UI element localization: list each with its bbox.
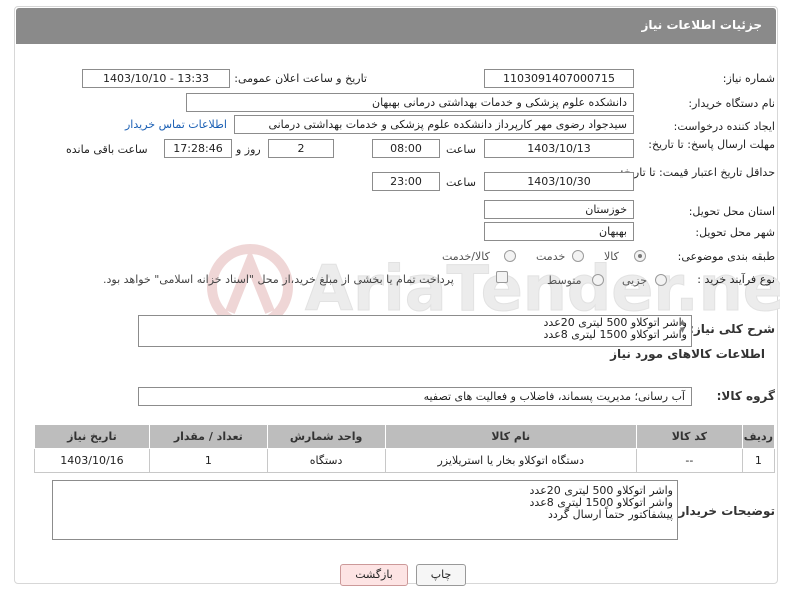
- announce-datetime-field: 1403/10/10 - 13:33: [82, 69, 230, 88]
- buyer-org-field: دانشکده علوم پزشکی و خدمات بهداشتی درمان…: [186, 93, 634, 112]
- province-label: استان محل تحویل:: [688, 205, 775, 218]
- price-time-label: ساعت: [446, 176, 476, 189]
- reply-deadline-date: 1403/10/13: [484, 139, 634, 158]
- reply-deadline-label: مهلت ارسال پاسخ: تا تاریخ:: [648, 138, 775, 151]
- category-option-goods-service: کالا/خدمت: [442, 250, 490, 263]
- announce-datetime-label: تاریخ و ساعت اعلان عمومی:: [234, 72, 367, 85]
- col-header-need-date: تاریخ نیاز: [34, 424, 150, 449]
- cell-name: دستگاه اتوکلاو بخار یا استریلایزر: [384, 448, 638, 473]
- back-button[interactable]: بازگشت: [340, 564, 408, 586]
- category-option-service: خدمت: [536, 250, 566, 263]
- cell-code: --: [636, 448, 743, 473]
- category-label: طبقه بندی موضوعی:: [677, 250, 775, 263]
- process-option-medium: متوسط: [547, 274, 582, 287]
- category-radio-goods[interactable]: [634, 250, 646, 262]
- panel-title: جزئیات اطلاعات نیاز: [16, 8, 776, 44]
- remaining-label: ساعت باقی مانده: [66, 143, 148, 156]
- goods-group-label: گروه کالا:: [716, 389, 775, 403]
- goods-section-title: اطلاعات کالاهای مورد نیاز: [610, 347, 765, 361]
- buyer-org-label: نام دستگاه خریدار:: [688, 97, 775, 110]
- print-button[interactable]: چاپ: [416, 564, 466, 586]
- process-type-label: نوع فرآیند خرید :: [697, 273, 775, 286]
- province-field: خوزستان: [484, 200, 634, 219]
- treasury-payment-checkbox[interactable]: [496, 271, 508, 283]
- reply-deadline-time: 08:00: [372, 139, 440, 158]
- reply-time-label: ساعت: [446, 143, 476, 156]
- col-header-qty: تعداد / مقدار: [148, 424, 268, 449]
- days-label: روز و: [236, 143, 261, 156]
- remaining-time-field: 17:28:46: [164, 139, 232, 158]
- col-header-row: ردیف: [741, 424, 776, 449]
- price-validity-date: 1403/10/30: [484, 172, 634, 191]
- table-row: 1 -- دستگاه اتوکلاو بخار یا استریلایزر د…: [34, 448, 776, 473]
- price-validity-time: 23:00: [372, 172, 440, 191]
- buyer-notes-line-3: پیشفاکتور حتماً ارسال گردد: [547, 508, 673, 521]
- buyer-notes-label: توضیحات خریدار:: [673, 504, 775, 518]
- treasury-payment-note: پرداخت تمام یا بخشی از مبلغ خرید،از محل …: [103, 273, 454, 286]
- category-radio-service[interactable]: [572, 250, 584, 262]
- need-number-label: شماره نیاز:: [722, 72, 775, 85]
- col-header-code: کد کالا: [636, 424, 743, 449]
- summary-textarea[interactable]: واشر اتوکلاو 500 لیتری 20عدد واشر اتوکلا…: [138, 315, 692, 347]
- cell-unit: دستگاه: [266, 448, 386, 473]
- process-option-minor: جزیی: [622, 274, 648, 287]
- cell-row-number: 1: [741, 448, 776, 473]
- city-field: بهبهان: [484, 222, 634, 241]
- cell-need-date: 1403/10/16: [34, 448, 150, 473]
- reply-days-field: 2: [268, 139, 334, 158]
- col-header-unit: واحد شمارش: [266, 424, 386, 449]
- city-label: شهر محل تحویل:: [695, 226, 775, 239]
- goods-table: ردیف کد کالا نام کالا واحد شمارش تعداد /…: [34, 424, 776, 473]
- buyer-notes-textarea[interactable]: واشر اتوکلاو 500 لیتری 20عدد واشر اتوکلا…: [52, 480, 678, 540]
- cell-qty: 1: [148, 448, 268, 473]
- col-header-name: نام کالا: [384, 424, 638, 449]
- summary-line-2: واشر اتوکلاو 1500 لیتری 8عدد: [543, 328, 687, 341]
- category-radio-goods-service[interactable]: [504, 250, 516, 262]
- price-validity-label: حداقل تاریخ اعتبار قیمت: تا تاریخ:: [620, 166, 775, 179]
- process-radio-minor[interactable]: [655, 274, 667, 286]
- need-number-field: 1103091407000715: [484, 69, 634, 88]
- goods-group-field: آب رسانی؛ مدیریت پسماند، فاضلاب و فعالیت…: [138, 387, 692, 406]
- process-radio-medium[interactable]: [592, 274, 604, 286]
- summary-label: شرح کلی نیاز:: [689, 322, 775, 336]
- category-option-goods: کالا: [604, 250, 619, 263]
- requester-field: سیدجواد رضوی مهر کارپرداز دانشکده علوم پ…: [234, 115, 634, 134]
- requester-label: ایجاد کننده درخواست:: [673, 120, 775, 133]
- textarea-scroll-arrows[interactable]: ▲ ▼: [678, 318, 687, 340]
- buyer-contact-link[interactable]: اطلاعات تماس خریدار: [125, 118, 227, 131]
